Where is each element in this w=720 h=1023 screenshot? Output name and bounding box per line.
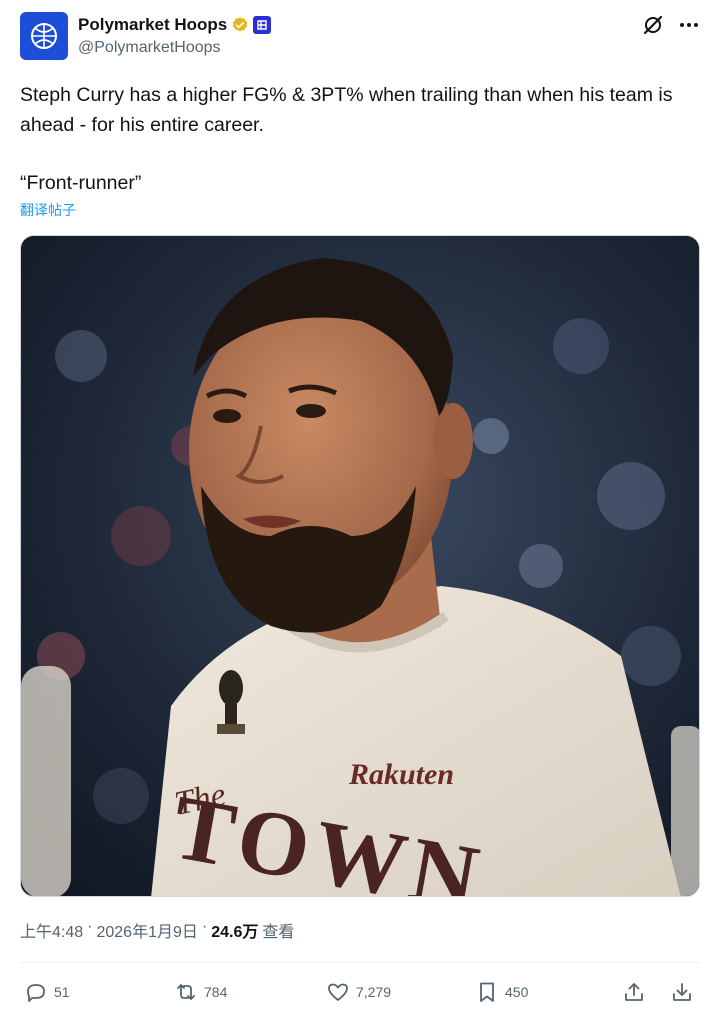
bookmark-count: 450: [505, 984, 529, 1000]
download-icon: [673, 983, 691, 1001]
reply-button[interactable]: 51: [24, 980, 70, 1004]
meta-separator: ·: [201, 918, 208, 935]
bookmark-icon: [480, 982, 494, 1002]
author-handle[interactable]: @PolymarketHoops: [78, 39, 221, 57]
tweet-actions: 51 784 7,279 450: [20, 972, 700, 1012]
meta-separator: ·: [87, 918, 93, 935]
tweet-header: Polymarket Hoops @PolymarketHoops: [20, 12, 700, 64]
like-count: 7,279: [356, 984, 392, 1000]
tweet-date[interactable]: 2026年1月9日: [96, 918, 197, 942]
affiliation-badge-icon[interactable]: [253, 16, 272, 34]
reply-count: 51: [54, 984, 70, 1000]
tweet-text-line1: Steph Curry has a higher FG% & 3PT% when…: [20, 84, 673, 136]
repost-icon: [177, 984, 195, 1000]
bookmark-button[interactable]: 450: [475, 980, 528, 1004]
repost-count: 784: [204, 984, 228, 1000]
views-count: 24.6万: [211, 924, 259, 941]
avatar[interactable]: [20, 12, 68, 60]
heart-icon: [328, 983, 348, 1001]
tweet-media-image[interactable]: Rakuten The TOWN: [20, 235, 700, 897]
divider: [20, 962, 700, 963]
like-button[interactable]: 7,279: [326, 980, 391, 1004]
basketball-globe-icon: [31, 23, 57, 49]
repost-button[interactable]: 784: [174, 980, 227, 1004]
header-actions: [642, 14, 700, 36]
author-name-row: Polymarket Hoops: [78, 15, 272, 35]
reply-icon: [27, 984, 45, 1002]
jersey-sponsor: Rakuten: [348, 758, 454, 791]
grok-icon[interactable]: [642, 14, 664, 36]
download-button[interactable]: [670, 980, 694, 1004]
tweet-meta: 上午4:48 · 2026年1月9日 · 24.6万 查看: [20, 918, 294, 942]
more-options-icon[interactable]: [678, 14, 700, 36]
author-display-name[interactable]: Polymarket Hoops: [78, 15, 227, 35]
share-button[interactable]: [622, 980, 646, 1004]
share-icon: [625, 983, 643, 1001]
tweet-text-line2: “Front-runner”: [20, 172, 142, 194]
tweet-time[interactable]: 上午4:48: [20, 918, 83, 942]
tweet-text: Steph Curry has a higher FG% & 3PT% when…: [20, 80, 700, 198]
translate-post-link[interactable]: 翻译帖子: [20, 200, 76, 220]
verified-badge-icon[interactable]: [231, 16, 249, 34]
views-label: 查看: [262, 924, 295, 941]
